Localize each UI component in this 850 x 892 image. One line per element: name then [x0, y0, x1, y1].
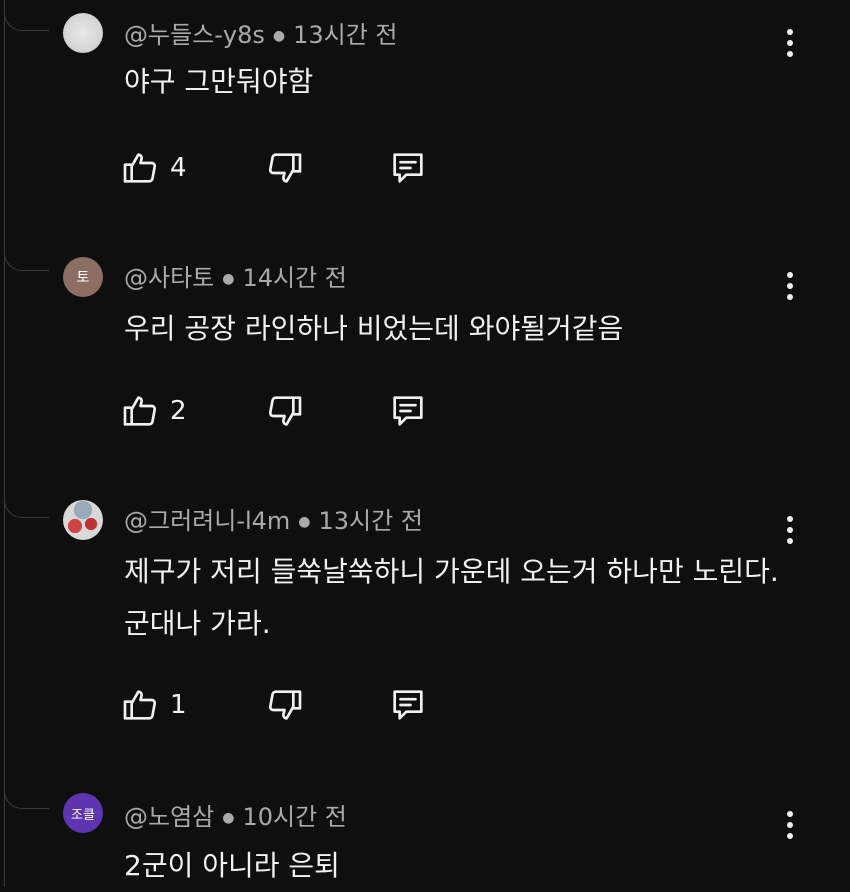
dislike-button[interactable] [265, 389, 305, 433]
reply-button[interactable] [388, 683, 428, 727]
separator-dot: ● [222, 810, 235, 826]
more-vert-dot [787, 822, 793, 828]
like-button[interactable]: 1 [120, 683, 187, 727]
more-actions-button[interactable] [776, 510, 804, 550]
author-name[interactable]: @노염삼 [124, 803, 214, 831]
dislike-button[interactable] [265, 683, 305, 727]
more-vert-icon [787, 516, 793, 522]
comment-time[interactable]: 13시간 전 [319, 507, 423, 535]
avatar[interactable]: 조클 [63, 793, 103, 833]
reply-comment-icon [393, 153, 423, 183]
like-count: 4 [170, 153, 187, 183]
thumb-down-icon [268, 690, 302, 720]
comment-meta: @노염삼 ● 10시간 전 [124, 802, 347, 833]
thumb-up-icon [123, 153, 157, 183]
more-actions-button[interactable] [776, 266, 804, 306]
avatar[interactable] [63, 500, 103, 540]
separator-dot: ● [222, 271, 235, 287]
avatar[interactable] [63, 13, 103, 53]
avatar-initial: 조클 [71, 807, 95, 823]
comment-time[interactable]: 13시간 전 [293, 21, 397, 49]
reply-comment-icon [393, 690, 423, 720]
more-vert-dot [787, 283, 793, 289]
comment-text: 우리 공장 라인하나 비었는데 와야될거같음 [124, 312, 624, 345]
more-vert-dot [787, 538, 793, 544]
more-vert-dot [787, 833, 793, 839]
thumb-up-icon [123, 690, 157, 720]
comment-meta: @그러려니-l4m ● 13시간 전 [124, 506, 423, 537]
author-name[interactable]: @그러려니-l4m [124, 507, 290, 535]
reply-comment-icon [393, 396, 423, 426]
thumb-down-icon [268, 396, 302, 426]
thread-connector [4, 240, 49, 271]
more-vert-dot [787, 527, 793, 533]
more-vert-dot [787, 40, 793, 46]
avatar-initial: 토 [76, 270, 90, 286]
author-name[interactable]: @누들스-y8s [124, 21, 265, 49]
comment-text: 제구가 저리 들쑥날쑥하니 가운데 오는거 하나만 노린다. 군대나 가라. [124, 555, 779, 640]
more-vert-icon [787, 29, 793, 35]
separator-dot: ● [298, 514, 311, 530]
separator-dot: ● [272, 28, 286, 44]
thread-connector [4, 0, 49, 31]
author-name[interactable]: @사타토 [124, 264, 214, 292]
thumb-up-icon [123, 396, 157, 426]
comment-meta: @누들스-y8s ● 13시간 전 [124, 20, 398, 51]
like-button[interactable]: 4 [120, 146, 187, 190]
thread-connector [4, 487, 49, 518]
reply-button[interactable] [388, 146, 428, 190]
like-button[interactable]: 2 [120, 389, 187, 433]
more-vert-dot [787, 294, 793, 300]
like-count: 2 [170, 396, 187, 426]
comment-text: 2군이 아니라 은퇴 [124, 849, 340, 882]
thumb-down-icon [268, 153, 302, 183]
more-actions-button[interactable] [776, 805, 804, 845]
reply-button[interactable] [388, 389, 428, 433]
comment-text: 야구 그만둬야함 [124, 65, 314, 98]
avatar[interactable]: 토 [63, 257, 103, 297]
dislike-button[interactable] [265, 146, 305, 190]
thread-line [4, 0, 5, 887]
comment-time[interactable]: 10시간 전 [242, 803, 346, 831]
more-vert-icon [787, 811, 793, 817]
comment-meta: @사타토 ● 14시간 전 [124, 263, 347, 294]
comment-time[interactable]: 14시간 전 [242, 264, 346, 292]
thread-connector [4, 778, 49, 809]
more-vert-icon [787, 272, 793, 278]
like-count: 1 [170, 690, 187, 720]
